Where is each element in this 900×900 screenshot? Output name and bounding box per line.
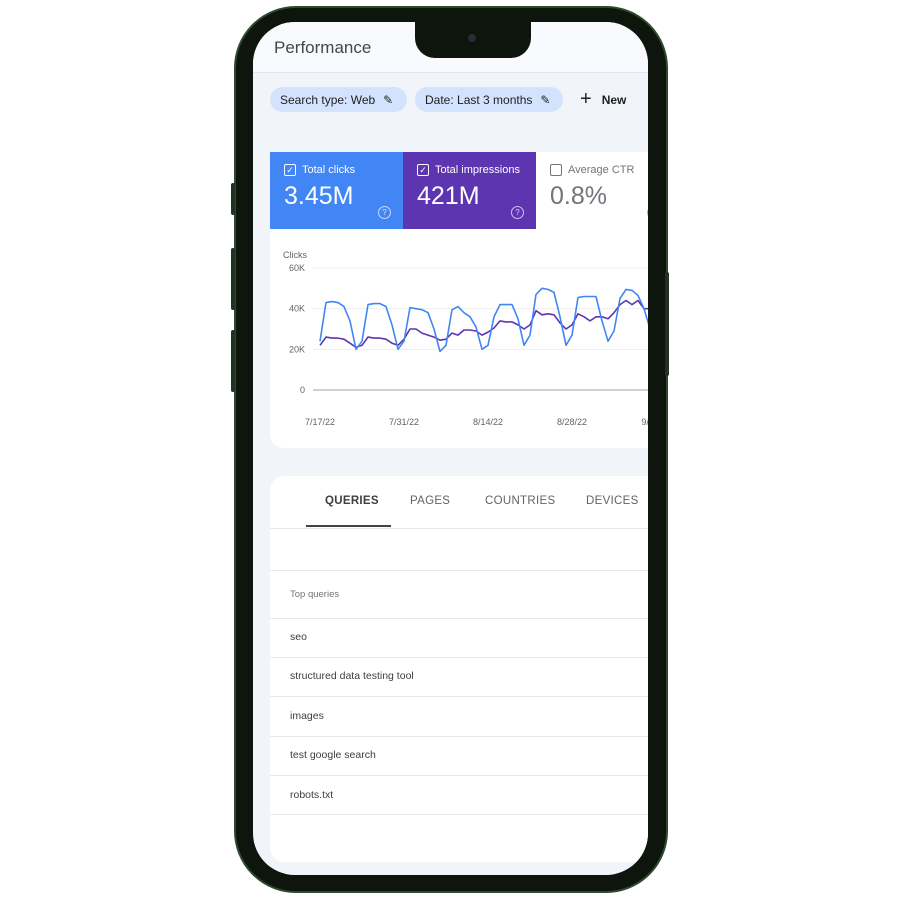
page-title: Performance (274, 38, 372, 57)
metric-total-clicks[interactable]: ✓ Total clicks 3.45M ? (270, 152, 403, 229)
phone-volume-up (231, 248, 235, 310)
y-tick-label: 60K (289, 263, 305, 273)
metric-label: Total impressions (435, 164, 520, 176)
tab-devices[interactable]: DEVICES (586, 495, 639, 507)
checkbox-checked-icon[interactable]: ✓ (284, 164, 296, 176)
table-row[interactable]: robots.txt (290, 789, 333, 801)
table-row[interactable]: structured data testing tool (290, 670, 414, 682)
table-header: Top queries (290, 589, 340, 600)
y-tick-label: 0 (300, 385, 305, 395)
new-filter-label: New (601, 92, 627, 107)
plus-icon: + (580, 88, 592, 110)
table-row[interactable]: images (290, 710, 324, 722)
new-filter-button[interactable]: + New (580, 87, 626, 112)
filter-chip-label: Date: Last 3 months (425, 92, 533, 107)
phone-notch (415, 22, 531, 58)
phone-power-button (665, 272, 669, 376)
metric-label: Total clicks (302, 164, 356, 176)
pencil-icon: ✎ (383, 92, 394, 107)
filter-chip-label: Search type: Web (280, 92, 376, 107)
divider (270, 528, 648, 529)
help-icon[interactable]: ? (378, 206, 391, 219)
divider (270, 775, 648, 776)
camera-icon (468, 34, 476, 42)
metric-value: 3.45M (284, 182, 354, 210)
performance-chart: Clicks 60K 40K 20K 0 7/17/22 7/31/22 8/14/22 8/… (283, 250, 648, 427)
tab-queries[interactable]: QUERIES (325, 495, 379, 507)
phone-screen: Performance Search type: Web ✎ Date: Las… (253, 22, 648, 875)
clicks-series-line (319, 287, 648, 353)
tab-countries[interactable]: COUNTRIES (485, 495, 555, 507)
metric-value: 421M (417, 182, 480, 210)
x-tick-label: 8/14/22 (473, 417, 503, 427)
help-icon[interactable]: ? (511, 206, 524, 219)
y-tick-label: 20K (289, 344, 305, 354)
x-tick-label: 9/11/22 (641, 417, 648, 427)
dimension-tabs-card: QUERIES PAGES COUNTRIES DEVICES Top quer… (270, 476, 648, 862)
divider (270, 618, 648, 619)
phone-volume-down (231, 330, 235, 392)
x-tick-label: 7/17/22 (305, 417, 335, 427)
divider (270, 696, 648, 697)
metric-value: 0.8% (550, 182, 607, 210)
metric-label: Average CTR (568, 164, 635, 176)
table-row[interactable]: seo (290, 631, 307, 643)
active-tab-indicator (306, 525, 391, 527)
y-axis-label: Clicks (283, 250, 307, 260)
phone-silent-switch (231, 183, 235, 215)
x-tick-label: 8/28/22 (557, 417, 587, 427)
checkbox-checked-icon[interactable]: ✓ (417, 164, 429, 176)
divider (270, 814, 648, 815)
tab-pages[interactable]: PAGES (410, 495, 450, 507)
filter-chip-date[interactable]: Date: Last 3 months ✎ (415, 87, 563, 112)
y-tick-label: 40K (289, 304, 305, 314)
pencil-icon: ✎ (540, 92, 551, 107)
divider (270, 736, 648, 737)
table-row[interactable]: test google search (290, 749, 376, 761)
metric-total-impressions[interactable]: ✓ Total impressions 421M ? (403, 152, 536, 229)
metric-average-ctr[interactable]: Average CTR 0.8% ? (536, 152, 648, 229)
filter-chip-search-type[interactable]: Search type: Web ✎ (270, 87, 407, 112)
performance-chart-card: Clicks 60K 40K 20K 0 7/17/22 7/31/22 8/14/22 8/… (270, 229, 648, 448)
divider (270, 657, 648, 658)
divider (270, 570, 648, 571)
x-tick-label: 7/31/22 (389, 417, 419, 427)
help-icon[interactable]: ? (647, 206, 648, 219)
checkbox-unchecked-icon[interactable] (550, 164, 562, 176)
